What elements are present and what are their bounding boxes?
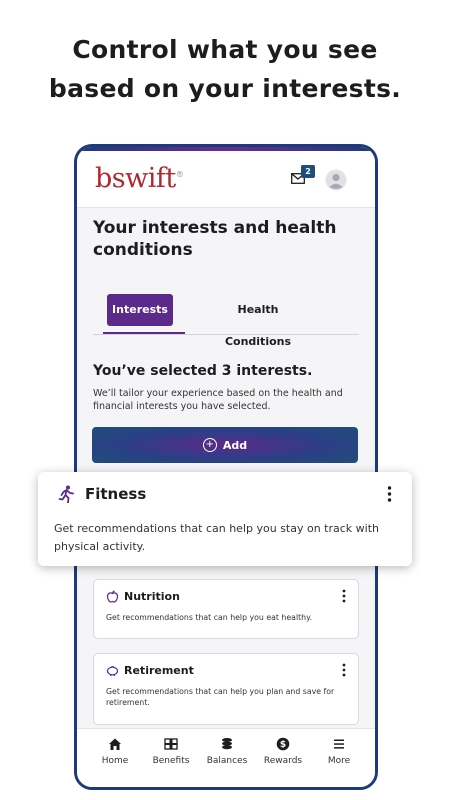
headline-line-1: Control what you see bbox=[72, 35, 378, 64]
more-options-icon[interactable] bbox=[342, 663, 346, 677]
phone-frame: bswift® 2 Your interests and health cond… bbox=[74, 144, 378, 790]
selected-description: We’ll tailor your experience based on th… bbox=[93, 388, 343, 412]
interest-title: Fitness bbox=[85, 485, 147, 503]
interest-card-fitness[interactable]: Fitness Get recommendations that can hel… bbox=[38, 472, 412, 566]
nav-balances[interactable]: Balances bbox=[199, 737, 255, 766]
home-icon bbox=[109, 738, 121, 750]
interest-card-retirement[interactable]: Retirement Get recommendations that can … bbox=[93, 653, 359, 725]
tab-interests[interactable]: Interests bbox=[107, 294, 173, 326]
page-title: Your interests and health conditions bbox=[93, 218, 337, 260]
more-options-icon[interactable] bbox=[342, 589, 346, 603]
coins-icon bbox=[222, 738, 232, 750]
nav-label: More bbox=[327, 756, 351, 766]
logo-mark: ® bbox=[175, 170, 184, 179]
benefits-icon bbox=[164, 738, 178, 750]
tab-bar: Interests Health Conditions bbox=[93, 292, 359, 348]
app-bar: bswift® 2 bbox=[77, 151, 375, 208]
headline: Control what you see based on your inter… bbox=[0, 30, 450, 108]
message-count-badge: 2 bbox=[301, 165, 315, 178]
logo-text: bswift bbox=[95, 163, 176, 194]
running-icon bbox=[58, 485, 74, 503]
avatar-icon[interactable] bbox=[325, 169, 347, 191]
nav-benefits[interactable]: Benefits bbox=[143, 737, 199, 766]
svg-text:$: $ bbox=[280, 740, 286, 750]
nav-home[interactable]: Home bbox=[87, 737, 143, 766]
more-options-icon[interactable] bbox=[387, 486, 392, 502]
add-button-label: Add bbox=[222, 438, 248, 452]
menu-icon bbox=[334, 739, 344, 749]
active-tab-indicator bbox=[103, 332, 185, 334]
dollar-icon: $ bbox=[276, 737, 290, 751]
plus-circle-icon: + bbox=[202, 438, 217, 452]
nav-label: Benefits bbox=[152, 756, 190, 766]
nav-more[interactable]: More bbox=[311, 737, 367, 766]
bswift-logo[interactable]: bswift® bbox=[95, 163, 184, 194]
interest-title: Nutrition bbox=[124, 590, 180, 603]
interest-description: Get recommendations that can help you ea… bbox=[106, 613, 313, 622]
piggy-bank-icon bbox=[106, 666, 119, 676]
bottom-navigation: Home Benefits Balances $ Rewards More bbox=[77, 728, 375, 787]
nav-label: Rewards bbox=[263, 756, 303, 766]
add-interest-button[interactable]: + Add bbox=[92, 427, 358, 463]
interest-card-nutrition[interactable]: Nutrition Get recommendations that can h… bbox=[93, 579, 359, 639]
tab-health-conditions[interactable]: Health Conditions bbox=[203, 294, 313, 348]
apple-icon bbox=[106, 590, 119, 603]
selected-count-heading: You’ve selected 3 interests. bbox=[93, 363, 313, 379]
interest-description: Get recommendations that can help you pl… bbox=[106, 687, 335, 707]
interest-title: Retirement bbox=[124, 664, 194, 677]
nav-label: Balances bbox=[206, 756, 248, 766]
headline-line-2: based on your interests. bbox=[48, 74, 402, 103]
nav-label: Home bbox=[101, 756, 129, 766]
nav-rewards[interactable]: $ Rewards bbox=[255, 737, 311, 766]
interest-description: Get recommendations that can help you st… bbox=[54, 522, 380, 553]
